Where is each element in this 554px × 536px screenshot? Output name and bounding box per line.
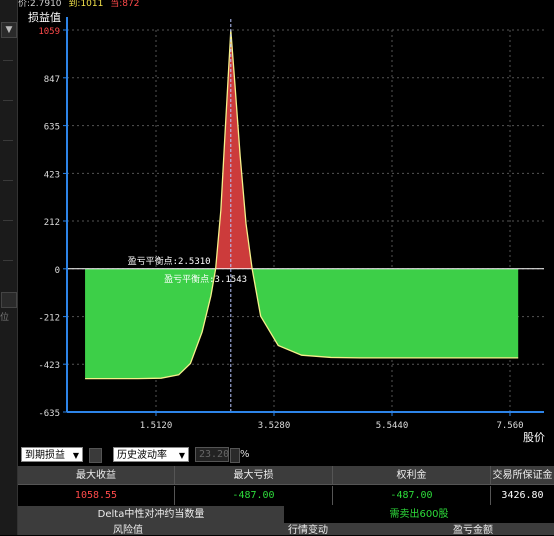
- payoff-chart: 损益值 股价 1059 847 635 423 212 0 -212 -423 -635 1.51…: [18, 9, 554, 444]
- sidebar-letter: 位: [0, 313, 10, 323]
- sidebar-divider: [3, 180, 13, 181]
- payoff-mode-select[interactable]: 到期损益 ▼: [21, 447, 83, 462]
- sidebar-divider: [3, 100, 13, 101]
- x-axis-label: 股价: [523, 431, 545, 443]
- profit-area: [85, 30, 519, 269]
- x-tick-label: 5.5440: [376, 421, 409, 431]
- table-header-cell: 权利金: [333, 466, 491, 485]
- percent-sign: %: [240, 449, 250, 460]
- current-readout: 当:872: [110, 0, 140, 9]
- chevron-down-icon: ▼: [178, 451, 185, 460]
- chevron-down-icon: ▼: [72, 451, 79, 460]
- x-tick-label: 1.5120: [140, 421, 173, 431]
- chart-controls: 到期损益 ▼ 历史波动率 ▼ 23.20 %: [18, 445, 554, 465]
- x-tick-label: 3.5280: [258, 421, 291, 431]
- y-tick-label: 635: [44, 123, 60, 133]
- y-tick-label: -423: [38, 361, 60, 371]
- y-tick-label: -212: [38, 314, 60, 324]
- volatility-input[interactable]: 23.20: [195, 447, 229, 462]
- delta-hedge-label: Delta中性对冲约当数量: [18, 506, 284, 523]
- y-tick-label: 0: [55, 266, 60, 276]
- risk-table-header: 风险值 行情变动 盈亏金额: [18, 523, 554, 536]
- risk-value-header: 风险值: [113, 525, 143, 536]
- y-tick-label: 847: [44, 75, 60, 85]
- table-header-cell: 最大亏损: [175, 466, 333, 485]
- payoff-chart-svg: 损益值 股价 1059 847 635 423 212 0 -212 -423 -635 1.51…: [28, 10, 545, 444]
- table-row: 1058.55 -487.00 -487.00 3426.80: [18, 486, 554, 506]
- table-header-row: 最大收益 最大亏损 权利金 交易所保证金: [18, 466, 554, 486]
- x-tick-label: 7.560: [496, 421, 523, 431]
- volatility-select[interactable]: 历史波动率 ▼: [113, 447, 189, 462]
- sidebar-divider: [3, 260, 13, 261]
- table-header-cell: 交易所保证金: [491, 466, 554, 485]
- y-tick-label: -635: [38, 409, 60, 419]
- sidebar-divider: [3, 220, 13, 221]
- toggle-button[interactable]: [89, 448, 102, 463]
- price-readout: 价:2.7910: [18, 0, 62, 9]
- y-tick-label: 212: [44, 218, 60, 228]
- pnl-amount-header: 盈亏金额: [453, 525, 493, 536]
- loss-area: [85, 268, 519, 379]
- breakeven-label: 盈亏平衡点:2.5310: [128, 255, 211, 267]
- max-loss-value: -487.00: [175, 486, 333, 505]
- expiry-readout: 到:1011: [68, 0, 104, 9]
- breakeven-label: 盈亏平衡点:3.1543: [164, 273, 247, 285]
- sidebar-scroll-button[interactable]: [1, 292, 17, 308]
- volatility-stepper[interactable]: [230, 448, 240, 463]
- volatility-mode-value: 历史波动率: [117, 450, 167, 461]
- quote-bar: 价:2.7910 到:1011 当:872: [18, 0, 554, 9]
- y-axis-label: 损益值: [28, 10, 61, 24]
- y-tick-label: 1059: [38, 27, 60, 37]
- table-header-cell: 最大收益: [18, 466, 175, 485]
- summary-table: 最大收益 最大亏损 权利金 交易所保证金 1058.55 -487.00 -48…: [18, 466, 554, 536]
- premium-value: -487.00: [333, 486, 491, 505]
- payoff-mode-value: 到期损益: [25, 450, 65, 461]
- y-tick-label: 423: [44, 170, 60, 180]
- left-sidebar: ▼ 位: [0, 0, 18, 535]
- sidebar-dropdown-button[interactable]: ▼: [1, 22, 17, 38]
- sidebar-divider: [3, 140, 13, 141]
- margin-value: 3426.80: [491, 486, 554, 505]
- price-change-header: 行情变动: [288, 525, 328, 536]
- sidebar-divider: [3, 60, 13, 61]
- max-profit-value: 1058.55: [18, 486, 175, 505]
